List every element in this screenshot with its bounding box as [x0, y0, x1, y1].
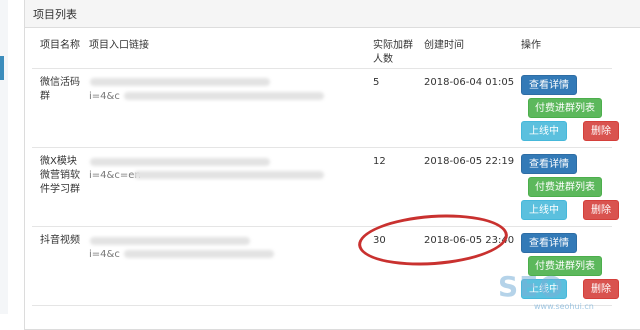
row-link-fragment: i=4&c — [89, 91, 120, 102]
row-name-line: 微营销软 — [40, 170, 80, 181]
view-details-button[interactable]: 查看详情 — [521, 75, 577, 95]
row-created-time: 2018-06-04 01:05 — [424, 77, 515, 88]
row-name-line: 微信活码 — [40, 77, 80, 88]
delete-button[interactable]: 删除 — [583, 121, 619, 141]
row-divider — [32, 226, 612, 227]
blurred-link-text — [90, 158, 270, 166]
column-header-created: 创建时间 — [424, 40, 464, 51]
blurred-link-text — [124, 92, 324, 100]
row-name-line: 群 — [40, 91, 50, 102]
column-header-name: 项目名称 — [40, 40, 80, 51]
panel-heading: 项目列表 — [25, 0, 640, 28]
row-divider — [32, 147, 612, 148]
row-count: 12 — [373, 156, 386, 167]
blurred-link-text — [124, 250, 274, 258]
blurred-link-text — [90, 78, 270, 86]
column-header-actions: 操作 — [521, 40, 541, 51]
header-divider — [32, 68, 612, 69]
watermark-logo: SEO www.seohui.cn — [494, 270, 640, 314]
online-status-button[interactable]: 上线中 — [521, 200, 567, 220]
view-details-button[interactable]: 查看详情 — [521, 154, 577, 174]
sidebar-edge — [0, 0, 8, 314]
paid-members-list-button[interactable]: 付费进群列表 — [528, 98, 602, 118]
row-count: 5 — [373, 77, 380, 88]
view-details-button[interactable]: 查看详情 — [521, 233, 577, 253]
row-link-fragment: i=4&c=en — [89, 170, 141, 181]
column-header-count-line2: 人数 — [373, 54, 393, 65]
column-header-count-line1: 实际加群 — [373, 40, 413, 51]
row-name-line: 微X模块 — [40, 156, 77, 167]
blurred-link-text — [90, 237, 250, 245]
delete-button[interactable]: 删除 — [583, 200, 619, 220]
blurred-link-text — [134, 171, 324, 179]
sidebar-active-indicator — [0, 56, 4, 80]
panel-title: 项目列表 — [33, 8, 77, 21]
online-status-button[interactable]: 上线中 — [521, 121, 567, 141]
watermark-subtext: www.seohui.cn — [534, 302, 594, 311]
watermark-text: SEO — [498, 270, 565, 303]
row-name-line: 件学习群 — [40, 184, 80, 195]
column-header-link: 项目入口链接 — [89, 40, 149, 51]
row-link-fragment: i=4&c — [89, 249, 120, 260]
row-name-line: 抖音视频 — [40, 235, 80, 246]
paid-members-list-button[interactable]: 付费进群列表 — [528, 177, 602, 197]
row-created-time: 2018-06-05 22:19 — [424, 156, 515, 167]
